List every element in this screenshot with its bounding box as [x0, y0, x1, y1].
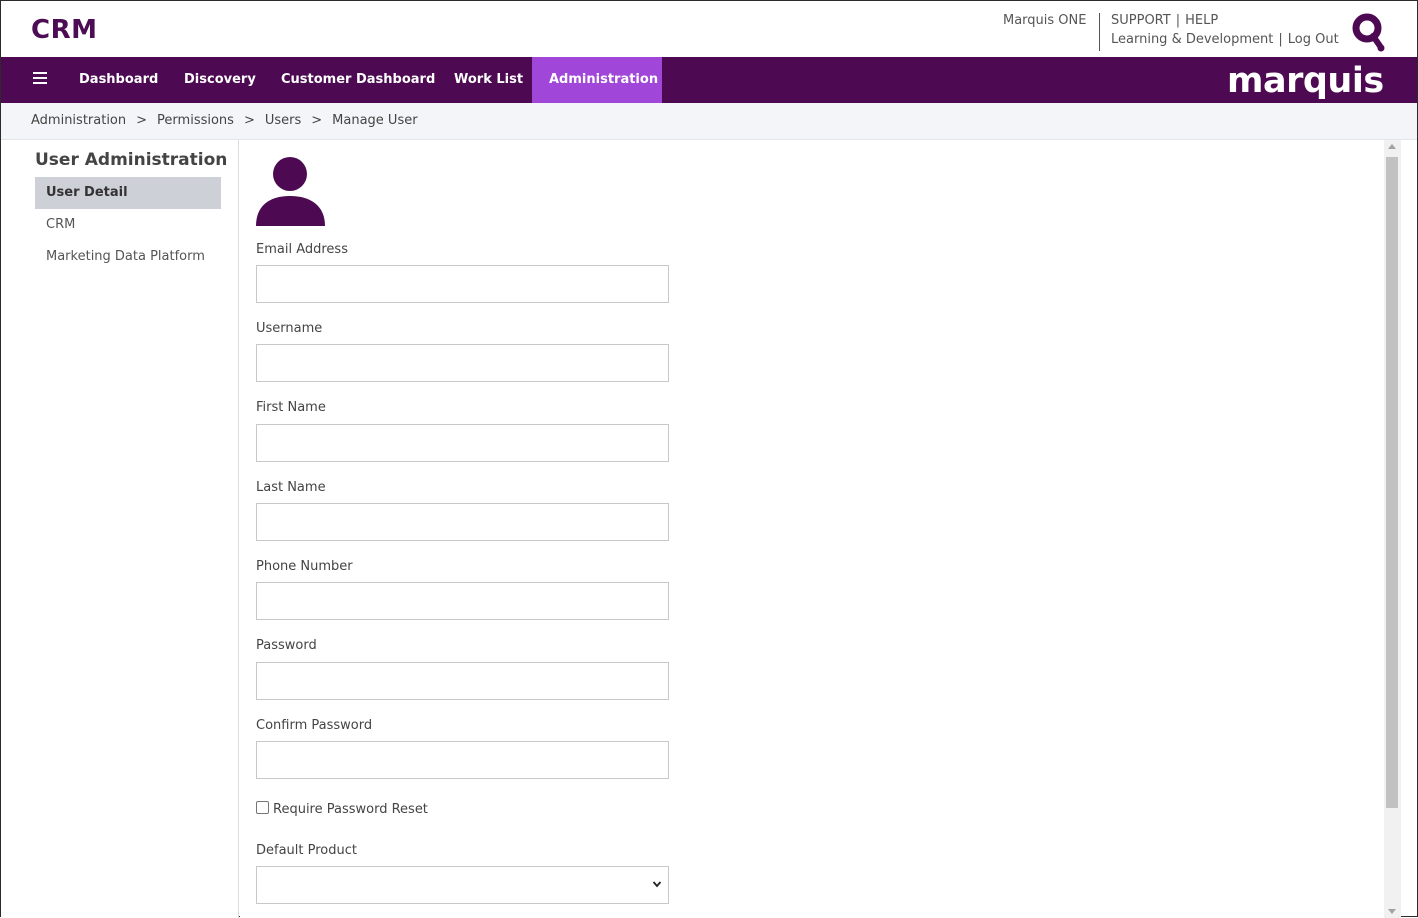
top-header: CRM Marquis ONE SUPPORT | HELP Learning & … [1, 1, 1417, 57]
breadcrumb-administration[interactable]: Administration [31, 113, 126, 128]
app-title: CRM [31, 15, 98, 45]
default-product-label: Default Product [256, 843, 357, 858]
nav-discovery[interactable]: Discovery [167, 57, 273, 103]
search-icon[interactable] [1351, 13, 1387, 53]
chevron-down-icon [652, 881, 662, 888]
first-name-field[interactable] [256, 424, 669, 462]
sidebar-title: User Administration [35, 150, 228, 170]
nav-customer-dashboard[interactable]: Customer Dashboard [264, 57, 452, 103]
email-label: Email Address [256, 242, 348, 257]
require-password-reset-label[interactable]: Require Password Reset [273, 802, 428, 817]
logout-link[interactable]: Log Out [1288, 32, 1339, 47]
default-product-select[interactable] [256, 866, 669, 904]
username-label: Username [256, 321, 323, 336]
scroll-down-arrow-icon[interactable] [1388, 909, 1396, 914]
nav-work-list[interactable]: Work List [437, 57, 540, 103]
email-field[interactable] [256, 265, 669, 303]
help-link[interactable]: HELP [1185, 13, 1218, 28]
password-label: Password [256, 638, 317, 653]
breadcrumb-separator: > [243, 113, 255, 128]
breadcrumb-manage-user: Manage User [332, 113, 418, 128]
breadcrumb-separator: > [311, 113, 323, 128]
sidebar-item-user-detail[interactable]: User Detail [35, 177, 221, 209]
scrollbar-thumb[interactable] [1386, 157, 1398, 808]
confirm-password-field[interactable] [256, 741, 669, 779]
breadcrumb: Administration > Permissions > Users > Manage … [31, 113, 418, 128]
breadcrumb-permissions[interactable]: Permissions [157, 113, 234, 128]
breadcrumb-users[interactable]: Users [265, 113, 301, 128]
username-field[interactable] [256, 344, 669, 382]
link-separator: | [1175, 13, 1181, 28]
phone-number-label: Phone Number [256, 559, 353, 574]
support-link[interactable]: SUPPORT [1111, 13, 1171, 28]
link-separator: | [1278, 32, 1283, 47]
require-password-reset-row: Require Password Reset [256, 801, 428, 817]
main-nav: Dashboard Discovery Customer Dashboard W… [1, 57, 1417, 103]
header-links-line-1: SUPPORT | HELP [1111, 13, 1218, 28]
sidebar-item-marketing-data-platform[interactable]: Marketing Data Platform [35, 241, 221, 273]
nav-administration[interactable]: Administration [532, 57, 662, 103]
scroll-up-arrow-icon[interactable] [1388, 144, 1396, 149]
last-name-field[interactable] [256, 503, 669, 541]
sidebar: User Administration User Detail CRM Mark… [1, 140, 239, 918]
header-divider [1099, 13, 1100, 51]
hamburger-icon[interactable] [33, 72, 47, 86]
confirm-password-label: Confirm Password [256, 718, 373, 733]
password-field[interactable] [256, 662, 669, 700]
first-name-label: First Name [256, 400, 326, 415]
user-detail-form: Email Address Username First Name Last N… [240, 140, 1384, 918]
last-name-label: Last Name [256, 480, 326, 495]
user-avatar-icon [256, 157, 325, 226]
breadcrumb-bar: Administration > Permissions > Users > Manage … [1, 103, 1417, 140]
nav-dashboard[interactable]: Dashboard [62, 57, 175, 103]
require-password-reset-checkbox[interactable] [256, 801, 269, 814]
product-label: Marquis ONE [1003, 13, 1087, 28]
phone-number-field[interactable] [256, 582, 669, 620]
sidebar-item-crm[interactable]: CRM [35, 209, 221, 241]
learning-development-link[interactable]: Learning & Development [1111, 32, 1273, 47]
vertical-scrollbar[interactable] [1384, 140, 1401, 918]
brand-logo: marquis [1227, 61, 1384, 101]
breadcrumb-separator: > [136, 113, 148, 128]
header-links-line-2: Learning & Development | Log Out [1111, 32, 1339, 47]
